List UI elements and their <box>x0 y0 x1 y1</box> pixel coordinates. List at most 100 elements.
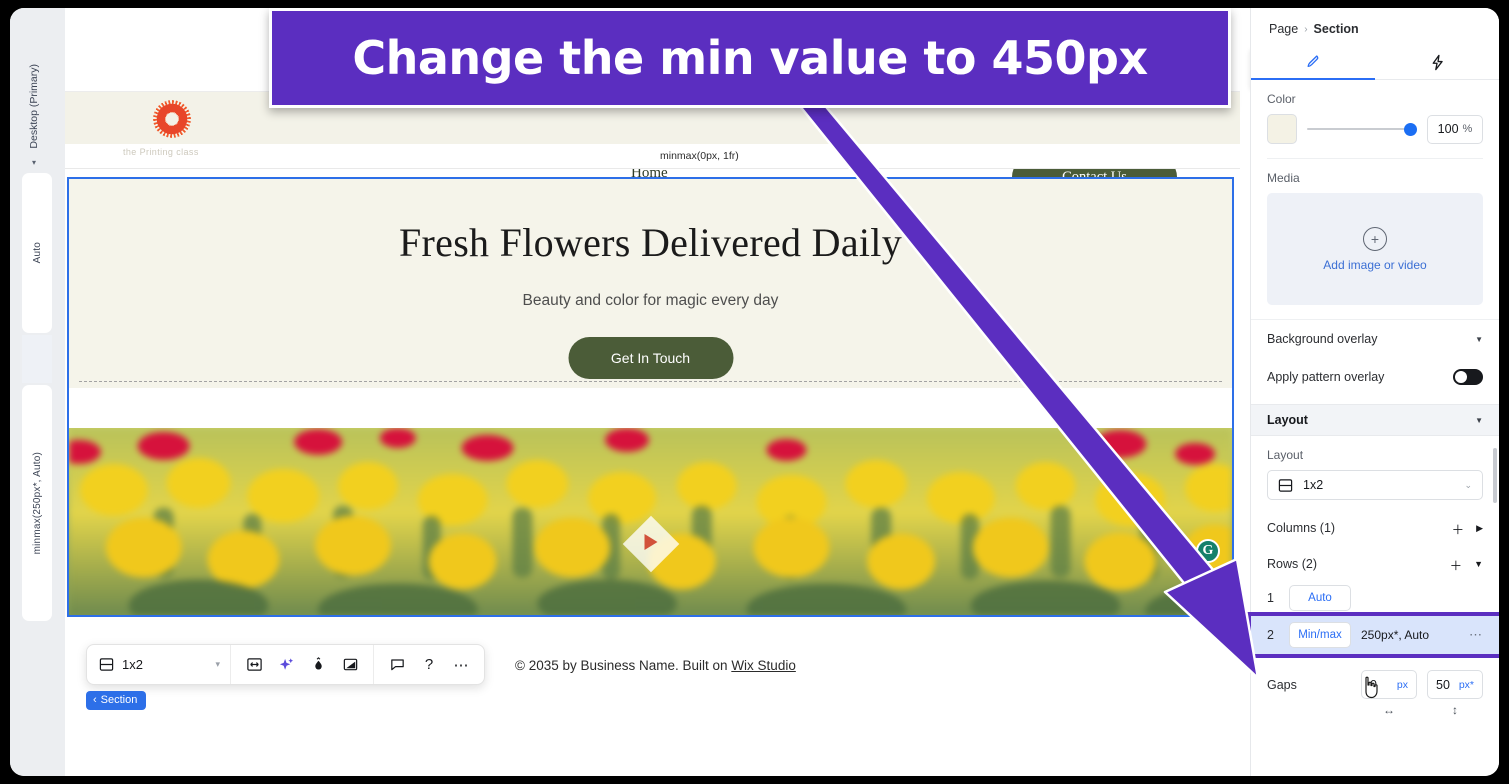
grammarly-badge-icon[interactable]: G <box>1196 539 1220 563</box>
opacity-value: 100 <box>1437 122 1459 136</box>
media-label: Media <box>1267 171 1300 185</box>
ai-sparkle-icon[interactable] <box>271 650 301 680</box>
row-track-handle-1[interactable]: Auto <box>22 173 52 333</box>
footer-copyright-text: © 2035 by Business Name. Built on <box>515 658 732 673</box>
add-row-icon[interactable]: ＋ <box>1450 555 1463 574</box>
theme-icon[interactable] <box>303 650 333 680</box>
row-track-handle-2[interactable]: minmax(250px*, Auto) <box>22 385 52 621</box>
comment-icon[interactable] <box>382 650 412 680</box>
row-track-label-1: Auto <box>31 242 43 264</box>
rows-label: Rows (2) <box>1267 557 1318 571</box>
row-track-2[interactable]: 2 Min/max 250px*, Auto ⋯ <box>1267 621 1483 649</box>
section-floating-toolbar[interactable]: 1x2 ▾ ? ⋯ <box>86 644 485 685</box>
overlay-section: Background overlay ▼ Apply pattern overl… <box>1251 319 1499 396</box>
hero-title: Fresh Flowers Delivered Daily <box>398 220 903 265</box>
section-chip-label: Section <box>100 694 138 706</box>
apply-pattern-overlay-label: Apply pattern overlay <box>1267 370 1385 384</box>
opacity-input[interactable]: 100 % <box>1427 114 1483 144</box>
hero-row: Fresh Flowers Delivered Daily Beauty and… <box>69 179 1232 388</box>
background-overlay-row[interactable]: Background overlay ▼ <box>1267 320 1483 358</box>
opacity-slider[interactable] <box>1307 122 1417 136</box>
apply-pattern-overlay-toggle[interactable] <box>1453 369 1483 385</box>
faint-header-text: the Printing class <box>123 147 199 157</box>
gaps-icon-row: ↔ ↕ <box>1267 703 1483 717</box>
hero-cta-button[interactable]: Get In Touch <box>568 337 733 379</box>
flower-logo-icon <box>153 100 191 138</box>
chevron-down-icon: ▾ <box>215 659 220 669</box>
row-value-2[interactable]: 250px*, Auto <box>1361 628 1429 642</box>
viewport-label: Desktop (Primary) <box>28 64 40 149</box>
grid-left-rail: Desktop (Primary) ▾ Auto minmax(250px*, … <box>10 8 65 776</box>
layout-sub-label: Layout <box>1267 448 1304 462</box>
more-icon[interactable]: ⋯ <box>446 650 476 680</box>
column-track-strip[interactable]: minmax(0px, 1fr) <box>65 145 1240 169</box>
breadcrumb-current: Section <box>1313 22 1359 36</box>
row-track-gap-handle[interactable] <box>22 335 52 383</box>
columns-label: Columns (1) <box>1267 521 1336 535</box>
columns-controls: ＋ ▶ <box>1452 519 1483 538</box>
row-index-1: 1 <box>1267 591 1274 605</box>
hero-subtitle: Beauty and color for magic every day <box>522 292 779 309</box>
gap-horizontal-unit: px <box>1396 678 1408 691</box>
chevron-down-icon: ▼ <box>1475 334 1483 344</box>
footer-wix-link[interactable]: Wix Studio <box>731 658 796 673</box>
crop-icon[interactable] <box>335 650 365 680</box>
hero-media-row[interactable] <box>69 428 1232 615</box>
screenshot-root: Desktop (Primary) ▾ Auto minmax(250px*, … <box>0 0 1509 784</box>
row-mode-2[interactable]: Min/max <box>1289 622 1351 648</box>
sparkle-glyph <box>279 658 293 670</box>
layout-section-header[interactable]: Layout ▼ <box>1251 404 1499 436</box>
column-track-label: minmax(0px, 1fr) <box>660 150 739 162</box>
layout-select[interactable]: 1x2 ⌄ <box>1267 470 1483 500</box>
toolbar-layout-value: 1x2 <box>122 657 143 672</box>
site-logo[interactable] <box>153 100 191 138</box>
tab-design[interactable] <box>1251 46 1375 80</box>
play-triangle-icon <box>644 534 657 550</box>
expand-columns-icon[interactable]: ▶ <box>1476 523 1483 534</box>
stretch-icon[interactable] <box>239 650 269 680</box>
add-column-icon[interactable]: ＋ <box>1452 519 1465 538</box>
media-dropzone[interactable]: + Add image or video <box>1267 193 1483 305</box>
mouse-cursor-pointer <box>1365 676 1378 699</box>
viewport-caret-icon[interactable]: ▾ <box>32 158 36 167</box>
color-label: Color <box>1267 92 1296 106</box>
row-track-1[interactable]: 1 Auto <box>1267 582 1483 614</box>
panel-tabs <box>1251 46 1499 80</box>
crop-glyph <box>343 658 357 671</box>
instruction-callout-text: Change the min value to 450px <box>352 31 1148 85</box>
row-more-icon[interactable]: ⋯ <box>1469 627 1483 643</box>
toolbar-group-tools <box>231 645 374 684</box>
tab-interactions[interactable] <box>1375 46 1499 79</box>
gap-vertical-input[interactable]: 50 px* <box>1427 670 1483 699</box>
row-index-2: 2 <box>1267 628 1274 642</box>
instruction-callout: Change the min value to 450px <box>269 8 1231 108</box>
breadcrumb-parent[interactable]: Page <box>1269 22 1298 36</box>
opacity-slider-knob[interactable] <box>1404 122 1417 136</box>
rows-row: Rows (2) ＋ ▼ <box>1267 546 1483 582</box>
help-icon[interactable]: ? <box>414 650 444 680</box>
layout-select-value: 1x2 <box>1303 478 1324 492</box>
gap-vertical-value: 50 <box>1436 677 1450 692</box>
gap-vertical-unit: px* <box>1458 678 1474 691</box>
color-swatch[interactable] <box>1267 114 1297 144</box>
collapse-rows-icon[interactable]: ▼ <box>1474 559 1483 569</box>
section-breadcrumb-chip[interactable]: ‹ Section <box>86 691 147 710</box>
comment-glyph <box>390 659 404 671</box>
horizontal-gap-icon: ↔ <box>1383 703 1395 717</box>
panel-scrollbar[interactable] <box>1493 448 1497 503</box>
color-section: Color 100 % Media + Add image or video <box>1251 92 1499 305</box>
selected-section[interactable]: Fresh Flowers Delivered Daily Beauty and… <box>67 177 1234 617</box>
chevron-down-icon: ▼ <box>1475 415 1483 425</box>
toolbar-group-misc: ? ⋯ <box>374 645 484 684</box>
editor-window: Desktop (Primary) ▾ Auto minmax(250px*, … <box>10 8 1499 776</box>
chevron-down-icon: ⌄ <box>1464 479 1472 490</box>
vertical-gap-icon: ↕ <box>1452 703 1458 717</box>
rows-controls: ＋ ▼ <box>1450 555 1483 574</box>
row-mode-1[interactable]: Auto <box>1289 585 1351 611</box>
media-add-label: Add image or video <box>1323 257 1427 272</box>
toolbar-layout-select[interactable]: 1x2 ▾ <box>87 645 231 684</box>
lightning-icon <box>1432 54 1443 71</box>
layout-1x2-icon <box>1278 478 1293 492</box>
layout-1x2-icon <box>99 658 114 671</box>
columns-row: Columns (1) ＋ ▶ <box>1267 510 1483 546</box>
